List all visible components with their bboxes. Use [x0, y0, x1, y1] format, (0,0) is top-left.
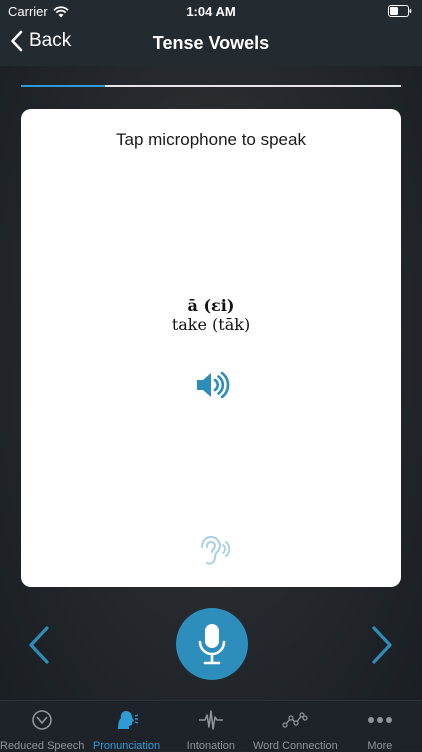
chevron-left-icon: [29, 626, 49, 664]
tab-intonation[interactable]: Intonation: [169, 701, 253, 752]
more-icon: [367, 717, 392, 723]
next-word-button[interactable]: [370, 625, 394, 665]
instruction-text: Tap microphone to speak: [116, 130, 306, 149]
vowel-symbol: ā (εi): [187, 296, 235, 315]
waveform-icon: [198, 710, 223, 730]
practice-card: Tap microphone to speak ā (εi) take (tāk…: [21, 109, 401, 587]
tab-label: Pronunciation: [92, 740, 161, 752]
record-microphone-button[interactable]: [176, 608, 248, 680]
tab-label: Intonation: [186, 740, 235, 752]
clock: 1:04 AM: [186, 4, 236, 19]
pronunciation-icon: [117, 711, 138, 729]
previous-word-button[interactable]: [27, 625, 51, 665]
tab-bar: Reduced Speech Pronunciation Intonation: [0, 700, 422, 752]
status-bar: Carrier 1:04 AM: [0, 0, 422, 22]
play-audio-button[interactable]: [194, 370, 230, 400]
word-block: ā (εi) take (tāk): [21, 296, 401, 334]
chevron-right-icon: [372, 626, 392, 664]
reduced-speech-icon: [32, 710, 53, 730]
navigation-bar: Back Tense Vowels: [0, 22, 422, 66]
speaker-icon: [197, 371, 230, 399]
example-word: take (tāk): [171, 315, 251, 334]
tab-label: More: [367, 740, 393, 752]
progress-fill: [21, 85, 105, 87]
microphone-icon: [198, 624, 226, 665]
ear-icon: [201, 535, 231, 565]
tab-label: Word Connection: [252, 740, 338, 752]
tab-more[interactable]: More: [338, 701, 422, 752]
listen-recording-button[interactable]: [194, 533, 231, 569]
page-title: Tense Vowels: [152, 33, 270, 53]
tab-label: Reduced Speech: [0, 740, 85, 752]
battery-icon: [388, 5, 412, 17]
tab-reduced-speech[interactable]: Reduced Speech: [0, 701, 85, 752]
tab-pronunciation[interactable]: Pronunciation: [84, 701, 168, 752]
tab-word-connection[interactable]: Word Connection: [252, 701, 338, 752]
word-connection-icon: [282, 712, 308, 728]
lesson-progress-bar: [21, 85, 401, 87]
